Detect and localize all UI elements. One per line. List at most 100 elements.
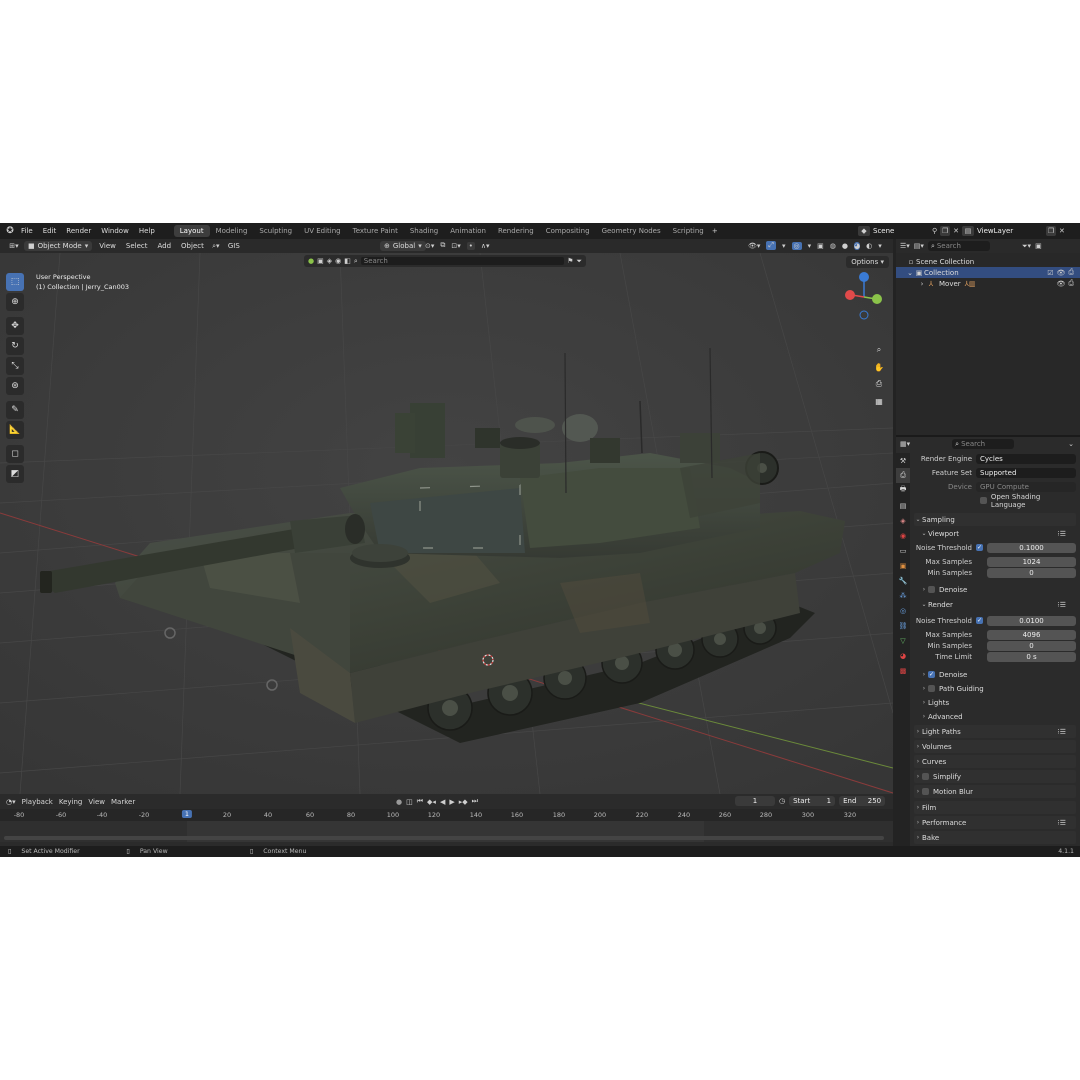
object-tab-icon[interactable]: ▣	[896, 558, 910, 573]
perspective-grid-icon[interactable]: ▦	[872, 394, 886, 408]
menu-keying[interactable]: Keying	[59, 798, 83, 806]
chevron-down-icon[interactable]: ▾	[808, 242, 812, 250]
pivot-icon[interactable]: ⊙▾	[425, 242, 434, 250]
r-denoise-subpanel[interactable]: › ✓ Denoise	[920, 669, 1076, 680]
prev-keyframe-icon[interactable]: ◆◂	[427, 798, 436, 806]
pin-icon[interactable]: ⚲	[932, 227, 937, 235]
close-icon[interactable]: ✕	[953, 227, 959, 235]
film-panel[interactable]: › Film	[914, 801, 1076, 814]
tab-sculpting[interactable]: Sculpting	[253, 225, 298, 237]
vp-noise-threshold-field[interactable]: 0.1000	[987, 542, 1076, 553]
osl-checkbox[interactable]	[980, 497, 987, 504]
camera-icon[interactable]: ⎙	[1068, 268, 1074, 277]
presets-icon[interactable]: ⁝☰	[1057, 601, 1066, 609]
timeline-editor-icon[interactable]: ◔▾	[6, 798, 16, 806]
r-noise-threshold-field[interactable]: 0.0100	[987, 615, 1076, 626]
new-collection-icon[interactable]: ▣	[1035, 242, 1042, 250]
menu-gis[interactable]: GIS	[223, 242, 245, 250]
menu-playback[interactable]: Playback	[22, 798, 53, 806]
presets-icon[interactable]: ⁝☰	[1057, 530, 1066, 538]
filter-mesh-icon[interactable]: ◈	[327, 257, 332, 265]
filter-select-icon[interactable]: ▣	[317, 257, 324, 265]
measure-tool-icon[interactable]: 📐	[6, 421, 24, 439]
cursor-tool-icon[interactable]: ⊕	[6, 293, 24, 311]
outliner-search-input[interactable]: ⌕ Search	[927, 241, 990, 251]
sampling-panel-header[interactable]: ⌄ Sampling	[914, 513, 1076, 526]
wireframe-shading-icon[interactable]: ◍	[830, 242, 836, 250]
data-tab-icon[interactable]: ▽	[896, 633, 910, 648]
timeline-scrollbar[interactable]	[4, 836, 884, 840]
chevron-down-icon[interactable]: ⌄	[1068, 440, 1074, 448]
falloff-icon[interactable]: ∧▾	[481, 242, 490, 250]
constraints-tab-icon[interactable]: ⛓	[896, 618, 910, 633]
simplify-checkbox[interactable]	[922, 773, 929, 780]
properties-editor-icon[interactable]: ▦▾	[900, 440, 910, 448]
material-tab-icon[interactable]: ◕	[896, 648, 910, 663]
tree-row-collection[interactable]: ⌄ ▣ Collection ☑ 👁 ⎙	[896, 267, 1080, 278]
menu-marker[interactable]: Marker	[111, 798, 135, 806]
transform-orientation-dropdown[interactable]: ⊕ Global ▾	[380, 241, 426, 251]
menu-view[interactable]: View	[94, 242, 121, 250]
menu-timeline-view[interactable]: View	[88, 798, 105, 806]
motion-blur-panel[interactable]: › Motion Blur	[914, 785, 1076, 798]
pan-hand-icon[interactable]: ✋	[872, 360, 886, 374]
time-limit-field[interactable]: 0 s	[987, 651, 1076, 662]
tab-texture-paint[interactable]: Texture Paint	[347, 225, 404, 237]
filter-icon[interactable]: ⏷	[576, 257, 582, 266]
motion-blur-checkbox[interactable]	[922, 788, 929, 795]
chevron-down-icon[interactable]: ▾	[782, 242, 786, 250]
tab-geometry-nodes[interactable]: Geometry Nodes	[596, 225, 667, 237]
visibility-icon[interactable]: 👁▾	[748, 242, 760, 250]
r-max-samples-field[interactable]: 4096	[987, 629, 1076, 640]
playhead[interactable]: 1	[181, 810, 193, 818]
bevel-tool-icon[interactable]: ◩	[6, 465, 24, 483]
device-dropdown[interactable]: GPU Compute	[976, 481, 1076, 492]
advanced-subpanel[interactable]: › Advanced	[920, 711, 1076, 722]
path-guiding-checkbox[interactable]	[928, 685, 935, 692]
vp-denoise-checkbox[interactable]	[928, 586, 935, 593]
physics-tab-icon[interactable]: ◎	[896, 603, 910, 618]
menu-edit[interactable]: Edit	[38, 227, 62, 235]
filter-light-icon[interactable]: ◉	[335, 257, 341, 265]
proportional-edit-icon[interactable]: •	[466, 241, 475, 250]
lights-subpanel[interactable]: › Lights	[920, 697, 1076, 708]
add-cube-tool-icon[interactable]: ◻	[6, 445, 24, 463]
tab-uv-editing[interactable]: UV Editing	[298, 225, 347, 237]
menu-render[interactable]: Render	[61, 227, 96, 235]
gizmo-icon[interactable]: ⤢	[766, 241, 777, 250]
light-paths-panel[interactable]: › Light Paths ⁝☰	[914, 725, 1076, 738]
output-tab-icon[interactable]: 🖶	[896, 483, 910, 498]
menu-help[interactable]: Help	[134, 227, 160, 235]
r-noise-threshold-checkbox[interactable]: ✓	[976, 617, 983, 624]
tree-row-mover[interactable]: › ⅄ Mover ⅄▥ 👁 ⎙	[896, 278, 1080, 289]
current-frame-field[interactable]: 1	[735, 796, 775, 806]
presets-icon[interactable]: ⁝☰	[1057, 819, 1066, 827]
snap-target-icon[interactable]: ⊡▾	[451, 242, 460, 250]
rotate-tool-icon[interactable]: ↻	[6, 337, 24, 355]
add-workspace-icon[interactable]: +	[710, 227, 720, 235]
viewport-search-input[interactable]: Search	[360, 257, 565, 265]
particles-tab-icon[interactable]: ⁂	[896, 588, 910, 603]
vp-max-samples-field[interactable]: 1024	[987, 556, 1076, 567]
filter-icon[interactable]: ⏷▾	[1022, 242, 1031, 251]
camera-icon[interactable]: ⎙	[1068, 279, 1074, 288]
view-layer-icon[interactable]: ▤	[962, 226, 975, 236]
end-frame-field[interactable]: End 250	[839, 796, 886, 806]
outliner-editor-icon[interactable]: ☰▾	[900, 242, 910, 250]
play-icon[interactable]: ▶	[449, 798, 454, 806]
menu-window[interactable]: Window	[96, 227, 134, 235]
r-denoise-checkbox[interactable]: ✓	[928, 671, 935, 678]
new-scene-icon[interactable]: ❐	[940, 226, 951, 236]
rendered-shading-icon[interactable]: ◐	[866, 242, 872, 250]
render-engine-dropdown[interactable]: Cycles	[976, 453, 1076, 464]
properties-search-input[interactable]: ⌕ Search	[952, 439, 1015, 449]
tab-scripting[interactable]: Scripting	[667, 225, 710, 237]
next-keyframe-icon[interactable]: ▸◆	[459, 798, 468, 806]
auto-key-icon[interactable]: ◫	[406, 798, 413, 806]
menu-object[interactable]: Object	[176, 242, 209, 250]
view-layer-name[interactable]: ViewLayer	[977, 227, 1043, 235]
bookmark-icon[interactable]: ⚑	[567, 257, 573, 265]
bake-panel[interactable]: › Bake	[914, 831, 1076, 844]
menu-file[interactable]: File	[16, 227, 38, 235]
view-layer-tab-icon[interactable]: ▤	[896, 498, 910, 513]
